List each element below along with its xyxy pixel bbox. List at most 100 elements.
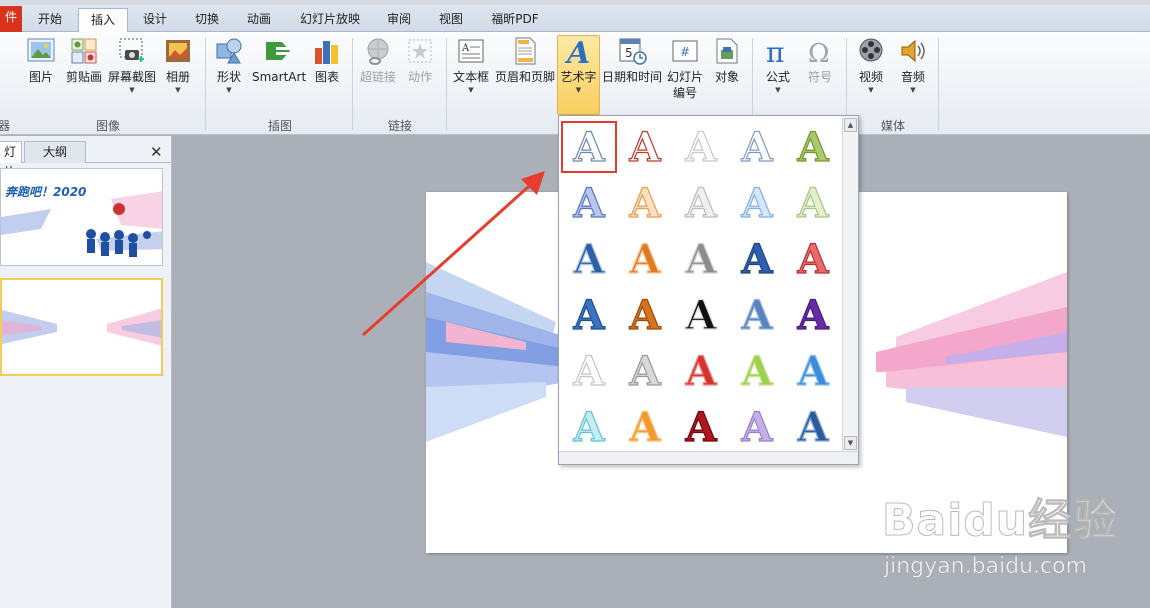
globe-link-icon: [363, 36, 393, 66]
wordart-style-13[interactable]: A: [673, 233, 729, 285]
scroll-up-icon[interactable]: ▲: [844, 118, 857, 132]
equation-button[interactable]: π 公式 ▼: [760, 36, 796, 95]
tab-view[interactable]: 视图: [430, 8, 472, 32]
symbol-button[interactable]: Ω 符号: [802, 36, 838, 85]
picture-icon: [26, 36, 56, 66]
wordart-style-11[interactable]: A: [561, 233, 617, 285]
action-button[interactable]: 动作: [402, 36, 438, 85]
album-button[interactable]: 相册 ▼: [160, 36, 196, 95]
group-label-illustrations: 插图: [267, 119, 292, 133]
gallery-scrollbar[interactable]: ▲ ▼: [842, 116, 858, 452]
video-button[interactable]: 视频 ▼: [853, 36, 889, 95]
wordart-style-22[interactable]: A: [617, 345, 673, 397]
shapes-icon: [214, 36, 244, 66]
slide-thumbnail-1[interactable]: 奔跑吧！2020: [0, 168, 163, 266]
dropdown-arrow-icon: ▼: [468, 86, 474, 94]
wordart-style-28[interactable]: A: [673, 401, 729, 453]
tab-review[interactable]: 审阅: [378, 8, 420, 32]
dropdown-arrow-icon: ▼: [129, 86, 135, 94]
wordart-style-19[interactable]: A: [729, 289, 785, 341]
resize-grip[interactable]: [559, 451, 858, 464]
film-reel-icon: [856, 36, 886, 66]
watermark-brand: Baidu经验: [881, 495, 1119, 547]
wordart-style-29[interactable]: A: [729, 401, 785, 453]
wordart-style-16[interactable]: A: [561, 289, 617, 341]
svg-text:A: A: [564, 36, 590, 66]
object-button[interactable]: 对象: [709, 36, 745, 85]
datetime-button[interactable]: 5 日期和时间: [601, 36, 663, 85]
wordart-gallery: AAAAAAAAAAAAAAAAAAAAAAAAAAAAAA ▲ ▼: [558, 115, 859, 465]
ribbon-tab-bar: 件 开始 插入 设计 切换 动画 幻灯片放映 审阅 视图 福昕PDF: [0, 0, 1150, 33]
wordart-style-5[interactable]: A: [785, 121, 841, 173]
wordart-style-18[interactable]: A: [673, 289, 729, 341]
textbox-button[interactable]: A 文本框 ▼: [451, 36, 491, 95]
tab-animations[interactable]: 动画: [238, 8, 280, 32]
wordart-style-27[interactable]: A: [617, 401, 673, 453]
calendar-clock-icon: 5: [617, 36, 647, 66]
group-label-image: 图像: [95, 119, 120, 133]
shapes-button[interactable]: 形状 ▼: [212, 36, 246, 95]
textbox-icon: A: [456, 36, 486, 66]
wordart-icon: A: [564, 36, 594, 71]
wordart-style-21[interactable]: A: [561, 345, 617, 397]
wordart-style-4[interactable]: A: [729, 121, 785, 173]
tab-slideshow[interactable]: 幻灯片放映: [292, 8, 368, 32]
hyperlink-button[interactable]: 超链接: [357, 36, 399, 85]
wordart-style-2[interactable]: A: [617, 121, 673, 173]
tab-outline[interactable]: 大纲: [24, 141, 86, 163]
slides-panel: 灯片 大纲 ✕ 奔跑吧！2020: [0, 136, 172, 608]
wordart-style-7[interactable]: A: [617, 177, 673, 229]
wordart-style-30[interactable]: A: [785, 401, 841, 453]
action-star-icon: [405, 36, 435, 66]
wordart-style-26[interactable]: A: [561, 401, 617, 453]
tab-file[interactable]: 件: [0, 6, 22, 32]
slide-1-title: 奔跑吧！2020: [5, 185, 87, 199]
dropdown-arrow-icon: ▼: [575, 86, 582, 94]
annotation-arrow: [361, 171, 545, 337]
wordart-style-3[interactable]: A: [673, 121, 729, 173]
tab-design[interactable]: 设计: [134, 8, 176, 32]
dropdown-arrow-icon: ▼: [175, 86, 181, 94]
wordart-style-12[interactable]: A: [617, 233, 673, 285]
chart-button[interactable]: 图表: [311, 36, 343, 85]
wordart-style-15[interactable]: A: [785, 233, 841, 285]
tab-transitions[interactable]: 切换: [186, 8, 228, 32]
tab-home[interactable]: 开始: [28, 8, 72, 32]
slide-number-button[interactable]: # 幻灯片 编号: [664, 36, 706, 101]
clipart-button[interactable]: 剪贴画: [64, 36, 104, 85]
object-icon: [712, 36, 742, 66]
bar-chart-icon: [312, 36, 342, 66]
picture-button[interactable]: 图片: [24, 36, 58, 85]
dropdown-arrow-icon: ▼: [910, 86, 916, 94]
tab-foxit-pdf[interactable]: 福昕PDF: [482, 8, 548, 32]
tab-slides[interactable]: 灯片: [0, 141, 22, 179]
slide-thumbnail-2[interactable]: [0, 278, 163, 376]
tab-insert[interactable]: 插入: [78, 8, 128, 33]
svg-text:5: 5: [625, 46, 633, 60]
smartart-icon: [264, 36, 294, 66]
wordart-style-17[interactable]: A: [617, 289, 673, 341]
dropdown-arrow-icon: ▼: [868, 86, 874, 94]
baidu-watermark: Baidu经验 jingyan.baidu.com: [881, 484, 1132, 594]
partial-group-label: 器: [0, 119, 11, 133]
scroll-down-icon[interactable]: ▼: [844, 436, 857, 450]
audio-button[interactable]: 音频 ▼: [895, 36, 931, 95]
svg-text:Ω: Ω: [808, 39, 830, 66]
wordart-style-25[interactable]: A: [785, 345, 841, 397]
wordart-button[interactable]: A 艺术字 ▼: [557, 35, 600, 115]
wordart-style-8[interactable]: A: [673, 177, 729, 229]
wordart-style-9[interactable]: A: [729, 177, 785, 229]
wordart-style-23[interactable]: A: [673, 345, 729, 397]
wordart-style-10[interactable]: A: [785, 177, 841, 229]
wordart-style-14[interactable]: A: [729, 233, 785, 285]
smartart-button[interactable]: SmartArt: [252, 36, 306, 85]
photo-album-icon: [163, 36, 193, 66]
wordart-style-6[interactable]: A: [561, 177, 617, 229]
wordart-style-1[interactable]: A: [561, 121, 617, 173]
pi-icon: π: [763, 36, 793, 69]
header-footer-button[interactable]: 页眉和页脚: [494, 36, 556, 85]
wordart-style-24[interactable]: A: [729, 345, 785, 397]
wordart-style-20[interactable]: A: [785, 289, 841, 341]
close-panel-icon[interactable]: ✕: [150, 143, 163, 161]
screenshot-button[interactable]: 屏幕截图 ▼: [106, 36, 158, 95]
